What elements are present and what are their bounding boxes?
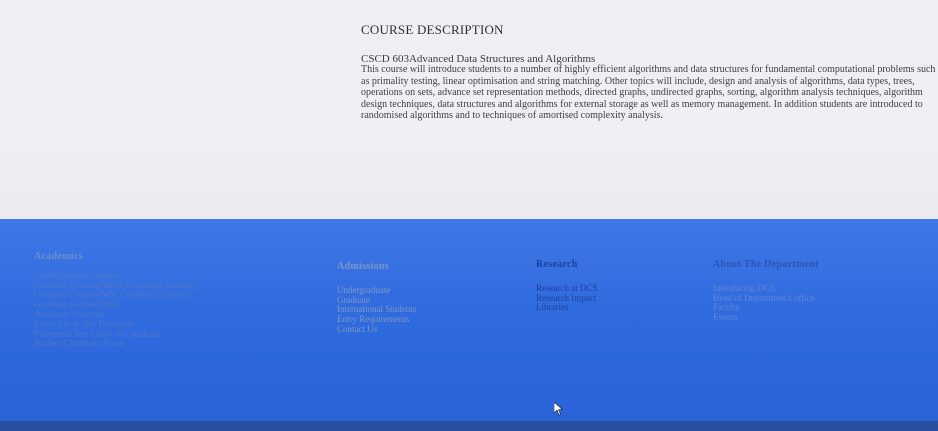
footer-academics-heading: Academics (34, 251, 83, 262)
footer-link-graduate-courses-msc[interactable]: Graduate Courses(MSc Computer Science) (34, 289, 190, 299)
footer-link-contact-us[interactable]: Contact Us (337, 324, 377, 334)
footer-link-graduate-courses-phd[interactable]: Graduate Courses(PhD) (34, 299, 120, 309)
footer-about-heading: About The Department (713, 259, 819, 270)
footer-link-timetable[interactable]: Level 100 & 200 Timetable (34, 319, 134, 329)
footer-link-head-of-department[interactable]: Head of Department's office (713, 293, 815, 303)
footer-admissions-heading: Admissions (337, 261, 389, 272)
footer-admissions-column: Admissions Undergraduate Graduate Intern… (337, 262, 416, 335)
footer-link-complaint-form[interactable]: Student Complaint Form (34, 338, 124, 348)
footer-link-research-at-dcs[interactable]: Research at DCS (536, 283, 597, 293)
footer-link-research-impact[interactable]: Research Impact (536, 293, 596, 303)
footer-link-faculty[interactable]: Faculty (713, 302, 740, 312)
course-content: COURSE DESCRIPTION CSCD 603Advanced Data… (0, 0, 938, 220)
site-footer: Academics Undergraduate Courses Graduate… (0, 219, 938, 431)
footer-research-column: Research Research at DCS Research Impact… (536, 260, 597, 313)
course-description-text: This course will introduce students to a… (361, 64, 936, 122)
footer-link-academic-calendar[interactable]: Academic Calendar (34, 309, 105, 319)
footer-bottom-bar (0, 421, 938, 431)
course-description-heading: COURSE DESCRIPTION (361, 22, 504, 37)
footer-link-entry-requirements[interactable]: Entry Requirements (337, 314, 409, 324)
footer-link-libraries[interactable]: Libraries (536, 302, 568, 312)
footer-link-graduate-courses-mphil[interactable]: Graduate Courses(MPhil Computer Science) (34, 280, 195, 290)
footer-about-column: About The Department Introducing DCS Hea… (713, 260, 819, 323)
footer-link-undergraduate[interactable]: Undergraduate (337, 285, 390, 295)
footer-academics-column: Academics Undergraduate Courses Graduate… (34, 252, 195, 349)
footer-link-placement-test[interactable]: Placement Test Level 100 Students (34, 329, 160, 339)
mouse-cursor-icon (554, 402, 564, 416)
footer-link-undergraduate-courses[interactable]: Undergraduate Courses (34, 270, 119, 280)
footer-link-events[interactable]: Events (713, 312, 738, 322)
footer-research-heading: Research (536, 259, 578, 270)
footer-link-international-students[interactable]: International Students (337, 304, 416, 314)
footer-link-introducing-dcs[interactable]: Introducing DCS (713, 283, 775, 293)
footer-link-graduate[interactable]: Graduate (337, 295, 370, 305)
